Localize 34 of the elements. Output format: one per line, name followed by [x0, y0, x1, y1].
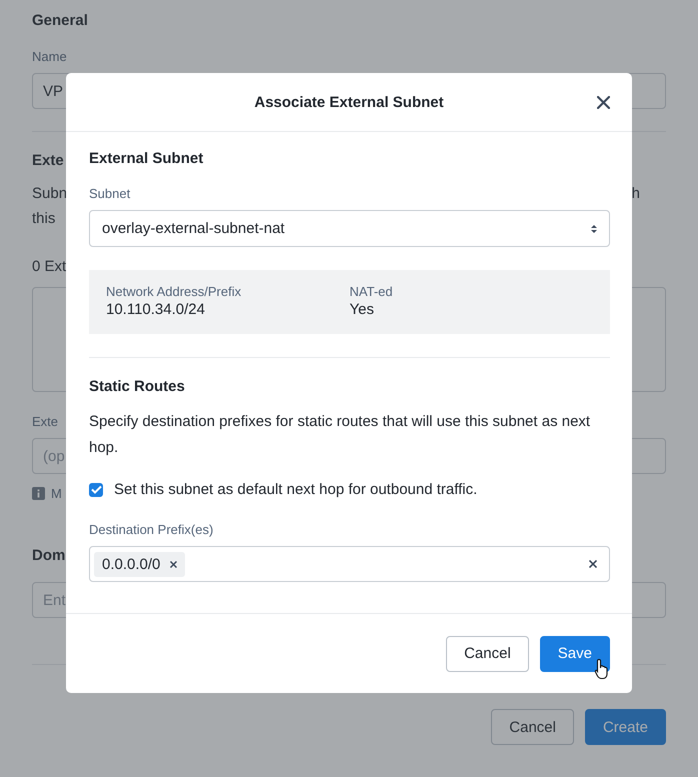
prefix-tag: 0.0.0.0/0 — [94, 552, 186, 576]
dialog-title: Associate External Subnet — [254, 94, 444, 110]
cancel-button[interactable]: Cancel — [491, 709, 574, 745]
field-label: Name — [32, 49, 67, 64]
checkbox[interactable] — [89, 482, 103, 496]
detail-value: 10.110.34.0/24 — [106, 301, 206, 318]
field-label: Subnet — [89, 186, 132, 201]
description-text: this — [32, 210, 56, 227]
section-title: Static Routes — [89, 378, 186, 395]
description-text: Specify destination prefixes for static routes that will use this subnet as next hop. — [89, 412, 592, 458]
save-button[interactable]: Save — [540, 636, 610, 672]
count-text: 0 Ext — [32, 258, 66, 275]
section-title: Dom — [32, 547, 66, 564]
detail-value: Yes — [350, 301, 375, 318]
checkbox-label: Set this subnet as default next hop for outbound traffic. — [114, 481, 478, 498]
info-icon — [32, 487, 45, 500]
field-label: Destination Prefix(es) — [89, 522, 214, 537]
hand-cursor-icon — [594, 658, 610, 680]
section-title: General — [32, 12, 88, 29]
detail-label: Network Address/Prefix — [106, 284, 242, 299]
subnet-select[interactable]: overlay-external-subnet-nat — [89, 210, 610, 247]
remove-icon[interactable] — [170, 560, 178, 568]
field-label: Exte — [32, 414, 58, 429]
close-icon[interactable] — [597, 96, 610, 109]
sort-caret-icon — [591, 224, 597, 234]
cancel-button[interactable]: Cancel — [446, 636, 529, 672]
prefix-field[interactable]: 0.0.0.0/0 — [89, 546, 610, 582]
section-title: External Subnet — [89, 150, 204, 167]
detail-label: NAT-ed — [350, 284, 394, 299]
description-text: Subn — [32, 185, 68, 202]
section-title: Exte — [32, 152, 64, 169]
info-text: M — [51, 486, 62, 501]
description-text: h — [632, 185, 640, 202]
clear-icon[interactable] — [589, 560, 597, 568]
